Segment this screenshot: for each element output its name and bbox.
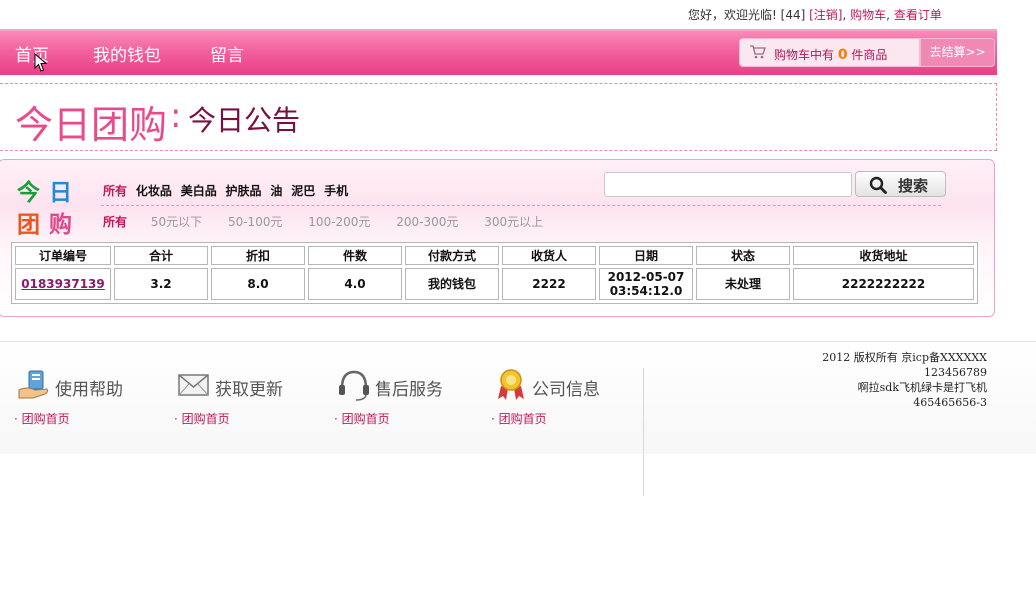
copyright-line: 123456789 <box>924 366 987 379</box>
logo-char: 今 <box>17 180 40 206</box>
footer-title: 公司信息 <box>532 380 600 400</box>
footer-title: 获取更新 <box>215 380 283 400</box>
cart-text: 购物车中有 0 件商品 <box>774 47 888 63</box>
copyright-line: 2012 版权所有 京icp备XXXXXX <box>822 351 987 364</box>
category-filter: 所有 化妆品 美白品 护肤品 油 泥巴 手机 <box>103 182 353 199</box>
price-range-item[interactable]: 200-300元 <box>396 215 458 229</box>
col-header: 订单编号 <box>15 246 111 265</box>
col-header: 折扣 <box>211 246 305 265</box>
price-range-item[interactable]: 300元以上 <box>484 215 543 229</box>
page-title: 今日团购 <box>15 103 168 147</box>
cart-link[interactable]: 购物车 <box>850 8 886 22</box>
price-range-item[interactable]: 50元以下 <box>151 215 202 229</box>
copyright-line: 啊拉sdk飞机绿卡是打飞机 <box>857 381 987 394</box>
orders-table: 订单编号 合计 折扣 件数 付款方式 收货人 日期 状态 收货地址 018393… <box>11 242 978 304</box>
category-item[interactable]: 护肤品 <box>226 184 262 198</box>
award-medal-icon <box>498 369 524 400</box>
footer-vertical-divider <box>643 368 644 496</box>
copyright-line: 465465656-3 <box>913 396 987 409</box>
search-icon <box>869 176 887 194</box>
time-value: 03:54:12.0 <box>609 284 683 298</box>
col-header: 件数 <box>308 246 402 265</box>
order-id-cell: 0183937139 <box>15 268 111 300</box>
price-all[interactable]: 所有 <box>103 215 127 229</box>
footer-link[interactable]: · 团购首页 <box>174 410 230 427</box>
date-cell: 2012-05-07 03:54:12.0 <box>599 268 693 300</box>
logo-char: 团 <box>17 212 40 238</box>
footer-link[interactable]: · 团购首页 <box>14 410 70 427</box>
view-orders-link[interactable]: 查看订单 <box>894 8 942 22</box>
col-header: 日期 <box>599 246 693 265</box>
status-cell: 未处理 <box>696 268 790 300</box>
logo-char: 购 <box>49 212 72 238</box>
footer-link[interactable]: · 团购首页 <box>334 410 390 427</box>
help-hand-icon <box>18 370 49 399</box>
col-header: 收货人 <box>502 246 596 265</box>
logo-char: 日 <box>49 180 72 206</box>
col-header: 付款方式 <box>405 246 499 265</box>
orders-panel: 今 日 团 购 所有 化妆品 美白品 护肤品 油 泥巴 手机 所有 50元以下 … <box>0 159 995 317</box>
shopping-cart-icon <box>750 45 766 59</box>
order-id-link[interactable]: 0183937139 <box>21 277 105 291</box>
category-item[interactable]: 泥巴 <box>291 184 315 198</box>
category-item[interactable]: 美白品 <box>181 184 217 198</box>
search-button[interactable]: 搜索 <box>855 171 946 197</box>
category-item[interactable]: 化妆品 <box>136 184 172 198</box>
price-range-item[interactable]: 50-100元 <box>228 215 283 229</box>
logout-link[interactable]: [注销] <box>809 8 842 22</box>
search-button-label: 搜索 <box>898 177 929 195</box>
category-item[interactable]: 油 <box>270 184 282 198</box>
filter-divider <box>101 205 941 206</box>
address-cell: 2222222222 <box>793 268 974 300</box>
count-cell: 4.0 <box>308 268 402 300</box>
nav-my-wallet[interactable]: 我的钱包 <box>93 41 161 66</box>
table-row: 0183937139 3.2 8.0 4.0 我的钱包 2222 2012-05… <box>15 268 974 300</box>
total-cell: 3.2 <box>114 268 208 300</box>
receiver-cell: 2222 <box>502 268 596 300</box>
welcome-text: 您好，欢迎光临! <box>688 8 777 22</box>
category-all[interactable]: 所有 <box>103 184 127 198</box>
footer-title: 使用帮助 <box>55 380 123 400</box>
headset-icon <box>339 370 369 401</box>
col-header: 状态 <box>696 246 790 265</box>
nav-message[interactable]: 留言 <box>210 41 244 66</box>
copyright-block: 2012 版权所有 京icp备XXXXXX 123456789 啊拉sdk飞机绿… <box>760 350 987 410</box>
mouse-cursor-icon <box>34 53 48 72</box>
footer-title: 售后服务 <box>375 380 443 400</box>
notice-banner: 今日团购 : 今日公告 <box>0 83 997 151</box>
title-separator: : <box>170 96 182 136</box>
checkout-button[interactable]: 去结算>> <box>920 38 995 67</box>
date-value: 2012-05-07 <box>607 270 685 284</box>
user-id: [44] <box>780 8 806 22</box>
payment-cell: 我的钱包 <box>405 268 499 300</box>
footer-link[interactable]: · 团购首页 <box>491 410 547 427</box>
search-input[interactable] <box>604 172 852 197</box>
main-nav: 首页 我的钱包 留言 购物车中有 0 件商品 去结算>> <box>0 29 997 75</box>
cart-summary[interactable]: 购物车中有 0 件商品 <box>739 38 920 67</box>
notice-subtitle: 今日公告 <box>188 104 301 137</box>
col-header: 收货地址 <box>793 246 974 265</box>
discount-cell: 8.0 <box>211 268 305 300</box>
table-header-row: 订单编号 合计 折扣 件数 付款方式 收货人 日期 状态 收货地址 <box>15 246 974 265</box>
price-filter: 所有 50元以下 50-100元 100-200元 200-300元 300元以… <box>103 213 565 230</box>
cart-count: 0 <box>837 47 848 63</box>
envelope-icon <box>178 374 209 396</box>
category-item[interactable]: 手机 <box>324 184 348 198</box>
top-bar: 您好，欢迎光临! [44] [注销], 购物车, 查看订单 <box>0 0 1036 28</box>
welcome-message: 您好，欢迎光临! [44] [注销], 购物车, 查看订单 <box>688 8 942 22</box>
price-range-item[interactable]: 100-200元 <box>308 215 370 229</box>
col-header: 合计 <box>114 246 208 265</box>
